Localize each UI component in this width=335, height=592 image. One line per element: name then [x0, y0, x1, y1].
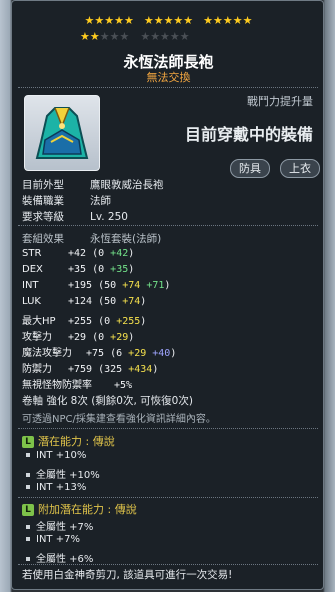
scissors-note: 若使用白金神奇剪刀, 該道具可進行一次交易!	[22, 569, 233, 581]
category-tag-armor: 防具	[230, 159, 270, 178]
star-force-row-1: ★★★★★ ★★★★★ ★★★★★	[84, 14, 253, 27]
stat-int: INT +195 (50 +74 +71)	[22, 280, 171, 291]
potential-header: L 潛在能力 : 傳說	[22, 433, 115, 449]
mage-robe-icon	[24, 95, 100, 171]
level-row: 要求等級 Lv. 250	[22, 211, 128, 223]
stat-attack: 攻擊力 +29 (0 +29)	[22, 332, 135, 343]
job-row: 裝備職業 法師	[22, 195, 111, 207]
npc-note: 可透過NPC/採集建查看強化資訊詳細內容。	[22, 414, 216, 425]
stat-defense: 防禦力 +759 (325 +434)	[22, 364, 159, 375]
divider	[18, 428, 318, 429]
additional-potential-line: 全屬性 +6%	[26, 550, 93, 565]
combat-power-status: 目前穿戴中的裝備	[184, 125, 313, 144]
additional-potential-header: L 附加潛在能力 : 傳說	[22, 501, 137, 517]
stat-ignore-defense: 無視怪物防禦率 +5%	[22, 380, 133, 391]
additional-potential-line: 全屬性 +7%	[26, 518, 93, 533]
combat-power-label: 戰鬥力提升量	[247, 95, 313, 108]
star-force-row-2: ★★★★★ ★★★★★	[80, 30, 190, 43]
potential-line: 全屬性 +10%	[26, 466, 100, 481]
divider	[18, 564, 318, 565]
potential-line: INT +13%	[26, 482, 86, 493]
additional-potential-line: INT +7%	[26, 534, 80, 545]
divider	[18, 87, 318, 88]
legendary-badge-icon: L	[22, 436, 34, 448]
legendary-badge-icon: L	[22, 504, 34, 516]
stat-str: STR +42 (0 +42)	[22, 248, 135, 259]
upgrade-info: 卷軸 強化 8次 (剩餘0次, 可恢復0次)	[22, 395, 193, 407]
stat-max-hp: 最大HP +255 (0 +255)	[22, 316, 147, 327]
potential-line: INT +10%	[26, 450, 86, 461]
stat-luk: LUK +124 (50 +74)	[22, 296, 147, 307]
trade-restriction: 無法交換	[146, 71, 191, 84]
divider	[18, 225, 318, 226]
divider	[18, 497, 318, 498]
item-tooltip: ★★★★★ ★★★★★ ★★★★★ ★★★★★ ★★★★★ 永恆法師長袍 無法交換 戰…	[11, 0, 324, 590]
stat-magic-attack: 魔法攻擊力 +75 (6 +29 +40)	[22, 348, 177, 359]
stat-dex: DEX +35 (0 +35)	[22, 264, 135, 275]
set-effect-row: 套組效果 永恆套裝(法師)	[22, 233, 162, 245]
appearance-row: 目前外型 鷹眼敦威治長袍	[22, 179, 164, 191]
category-tag-top: 上衣	[280, 159, 320, 178]
